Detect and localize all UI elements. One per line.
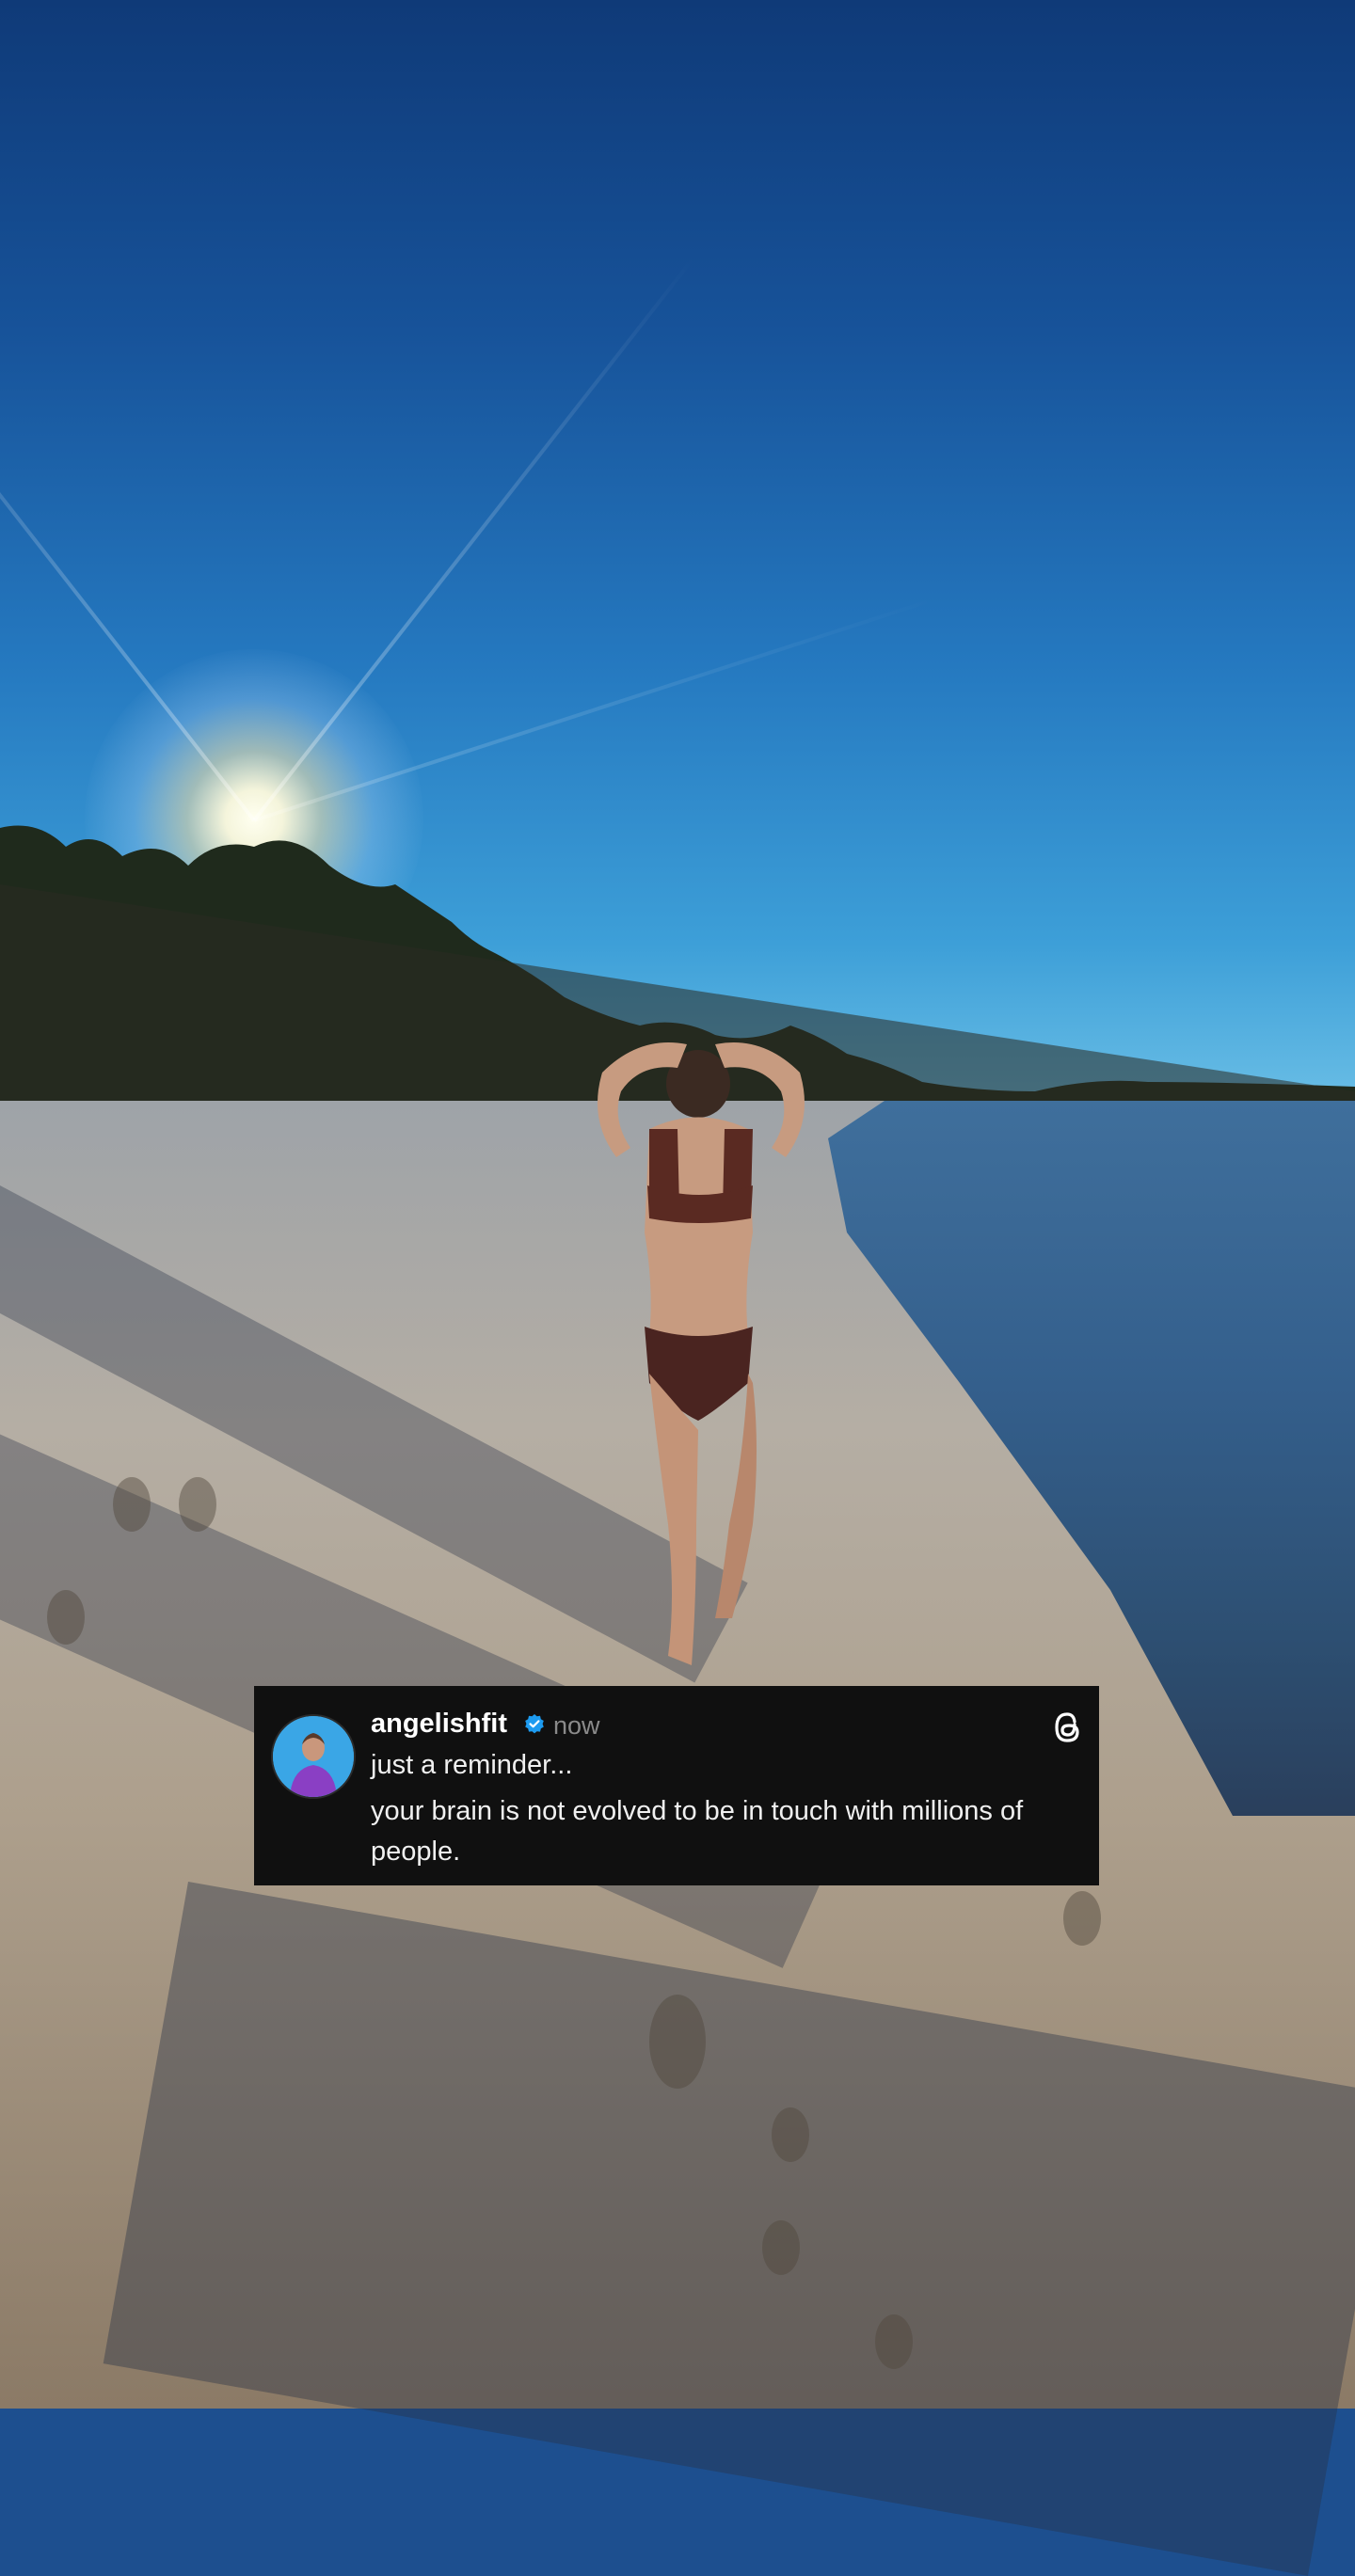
- threads-post-card[interactable]: angelishfit now just a reminder... your …: [254, 1686, 1099, 1885]
- post-text-line-1: just a reminder...: [371, 1750, 573, 1780]
- username[interactable]: angelishfit: [371, 1707, 507, 1741]
- verified-badge-icon: [525, 1714, 544, 1734]
- post-text-line-2: your brain is not evolved to be in touch…: [371, 1796, 1024, 1867]
- avatar[interactable]: [271, 1714, 356, 1799]
- background-photo: [0, 0, 1355, 2576]
- woman-walking: [598, 1042, 805, 1665]
- threads-logo-icon[interactable]: [1049, 1709, 1085, 1746]
- timestamp: now: [553, 1711, 600, 1740]
